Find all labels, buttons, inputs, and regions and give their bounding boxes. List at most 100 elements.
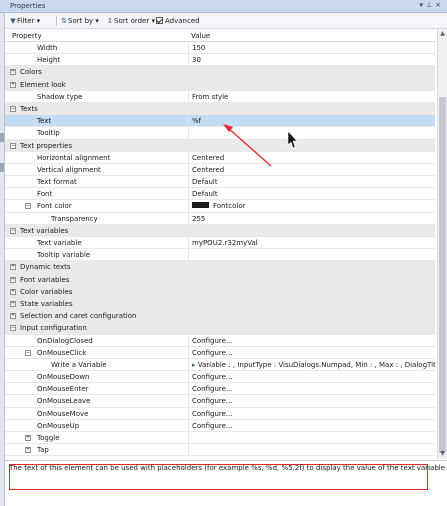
property-value-cell[interactable]: 30 xyxy=(190,54,435,65)
category-row[interactable]: − Text variables xyxy=(5,224,435,237)
property-name-cell[interactable]: + Toggle xyxy=(5,432,189,444)
property-value-cell[interactable] xyxy=(190,444,435,455)
sort-by-button[interactable]: ⇅Sort by ▾ xyxy=(60,16,99,26)
property-name-cell[interactable]: OnMouseDown xyxy=(5,371,189,383)
property-row[interactable]: Horizontal alignment Centered xyxy=(5,151,435,164)
property-name-cell[interactable]: Font xyxy=(5,188,189,200)
property-name-cell[interactable]: Horizontal alignment xyxy=(5,151,189,163)
filter-button[interactable]: ▼Filter ▾ xyxy=(9,16,40,26)
property-row[interactable]: − OnMouseClick Configure... xyxy=(5,346,435,359)
property-name-cell[interactable]: + Colors xyxy=(5,66,189,77)
category-row[interactable]: − Text properties xyxy=(5,139,435,152)
property-row[interactable]: + Toggle xyxy=(5,432,435,445)
property-name-cell[interactable]: Height xyxy=(5,54,189,66)
property-name-cell[interactable]: Shadow type xyxy=(5,90,189,102)
expand-icon[interactable]: + xyxy=(10,300,16,307)
property-row[interactable]: OnMouseEnter Configure... xyxy=(5,383,435,396)
property-value-cell[interactable]: Configure... xyxy=(190,383,435,394)
property-value-cell[interactable]: Centered xyxy=(190,152,435,163)
property-name-cell[interactable]: − Input configuration xyxy=(5,322,189,333)
splitter-grip[interactable] xyxy=(0,133,4,142)
collapse-icon[interactable]: − xyxy=(25,349,31,356)
property-value-cell[interactable]: Default xyxy=(190,176,435,187)
property-row[interactable]: Tooltip xyxy=(5,127,435,140)
property-name-cell[interactable]: Vertical alignment xyxy=(5,163,189,176)
property-value-cell[interactable] xyxy=(190,249,435,260)
property-value-cell[interactable] xyxy=(190,127,435,138)
expand-icon[interactable]: + xyxy=(10,81,16,88)
property-row[interactable]: Tooltip variable xyxy=(5,249,435,262)
property-name-cell[interactable]: OnDialogClosed xyxy=(5,334,189,346)
property-row[interactable]: Text format Default xyxy=(5,176,435,189)
property-name-cell[interactable]: + State variables xyxy=(5,298,189,309)
value-column-header[interactable]: Value xyxy=(191,32,210,40)
scroll-down-icon[interactable]: ▼ xyxy=(438,449,447,459)
color-swatch[interactable] xyxy=(192,202,209,209)
property-value-cell[interactable]: %f xyxy=(190,115,435,126)
property-value-cell[interactable]: Configure... xyxy=(190,395,435,406)
property-name-cell[interactable]: − OnMouseClick xyxy=(5,346,189,358)
advanced-toggle[interactable]: Advanced xyxy=(156,16,200,26)
sort-order-button[interactable]: ↕Sort order ▾ xyxy=(106,16,155,26)
category-row[interactable]: + Font variables xyxy=(5,273,435,286)
property-name-cell[interactable]: Tooltip xyxy=(5,127,189,139)
expand-icon[interactable]: + xyxy=(10,69,16,76)
property-value-cell[interactable]: Configure... xyxy=(190,335,435,346)
property-name-cell[interactable]: Text format xyxy=(5,176,189,188)
property-name-cell[interactable]: Text xyxy=(5,115,189,127)
property-name-cell[interactable]: Transparency xyxy=(5,212,189,224)
property-name-cell[interactable]: + Color variables xyxy=(5,286,189,297)
property-name-cell[interactable]: OnMouseEnter xyxy=(5,383,189,395)
expand-icon[interactable]: + xyxy=(10,264,16,271)
collapse-icon[interactable]: − xyxy=(10,227,16,234)
property-row[interactable]: Shadow type From style xyxy=(5,90,435,103)
category-row[interactable]: + Selection and caret configuration xyxy=(5,310,435,323)
category-row[interactable]: − Texts xyxy=(5,102,435,116)
vertical-scrollbar[interactable]: ▲ ▼ xyxy=(437,29,447,459)
property-row[interactable]: Text %f xyxy=(5,115,435,128)
close-icon[interactable]: × xyxy=(435,1,444,9)
property-name-cell[interactable]: + Element look xyxy=(5,79,189,90)
expand-icon[interactable]: + xyxy=(10,276,16,283)
property-value-cell[interactable]: Configure... xyxy=(190,420,435,431)
property-value-cell[interactable] xyxy=(190,432,435,443)
property-value-cell[interactable]: Configure... xyxy=(190,347,435,358)
property-name-cell[interactable]: Write a Variable xyxy=(5,358,189,371)
property-value-cell[interactable]: Configure... xyxy=(190,408,435,419)
property-row[interactable]: Height 30 xyxy=(5,54,435,67)
category-row[interactable]: + Dynamic texts xyxy=(5,261,435,274)
category-row[interactable]: + Color variables xyxy=(5,285,435,298)
property-row[interactable]: OnDialogClosed Configure... xyxy=(5,334,435,347)
property-value-cell[interactable]: Configure... xyxy=(190,371,435,382)
property-name-cell[interactable]: − Text variables xyxy=(5,225,189,236)
advanced-checkbox[interactable] xyxy=(156,17,163,24)
property-name-cell[interactable]: − Texts xyxy=(5,103,189,114)
property-name-cell[interactable]: Tooltip variable xyxy=(5,249,189,261)
category-row[interactable]: − Input configuration xyxy=(5,322,435,335)
property-name-cell[interactable]: Width xyxy=(5,42,189,54)
property-name-cell[interactable]: OnMouseMove xyxy=(5,407,189,419)
property-row[interactable]: OnMouseDown Configure... xyxy=(5,371,435,384)
collapse-icon[interactable]: − xyxy=(10,105,16,112)
property-column-header[interactable]: Property xyxy=(12,32,42,40)
scroll-up-icon[interactable]: ▲ xyxy=(438,29,447,39)
expand-icon[interactable]: + xyxy=(25,435,31,441)
property-row[interactable]: Transparency 255 xyxy=(5,212,435,225)
property-row[interactable]: OnMouseMove Configure... xyxy=(5,407,435,420)
property-row[interactable]: − Font color Fontcolor xyxy=(5,200,435,213)
property-name-cell[interactable]: Text variable xyxy=(5,237,189,249)
property-row[interactable]: Font Default xyxy=(5,188,435,201)
collapse-icon[interactable]: − xyxy=(10,142,16,149)
property-name-cell[interactable]: + Font variables xyxy=(5,274,189,285)
property-row[interactable]: Write a Variable ▸ Variable : , InputType… xyxy=(5,358,435,372)
property-value-cell[interactable]: 255 xyxy=(190,213,435,224)
property-value-cell[interactable]: From style xyxy=(190,91,435,102)
property-name-cell[interactable]: − Font color xyxy=(5,200,189,212)
titlebar-controls[interactable]: ▾⊥× xyxy=(420,1,445,9)
property-row[interactable]: OnMouseLeave Configure... xyxy=(5,395,435,408)
property-value-cell[interactable]: Fontcolor xyxy=(190,200,435,211)
property-name-cell[interactable]: − Text properties xyxy=(5,140,189,151)
property-value-cell[interactable]: ▸ Variable : , InputType : VisuDialogs.N… xyxy=(190,359,435,370)
property-value-cell[interactable]: Centered xyxy=(190,164,435,175)
property-name-cell[interactable]: OnMouseLeave xyxy=(5,395,189,407)
